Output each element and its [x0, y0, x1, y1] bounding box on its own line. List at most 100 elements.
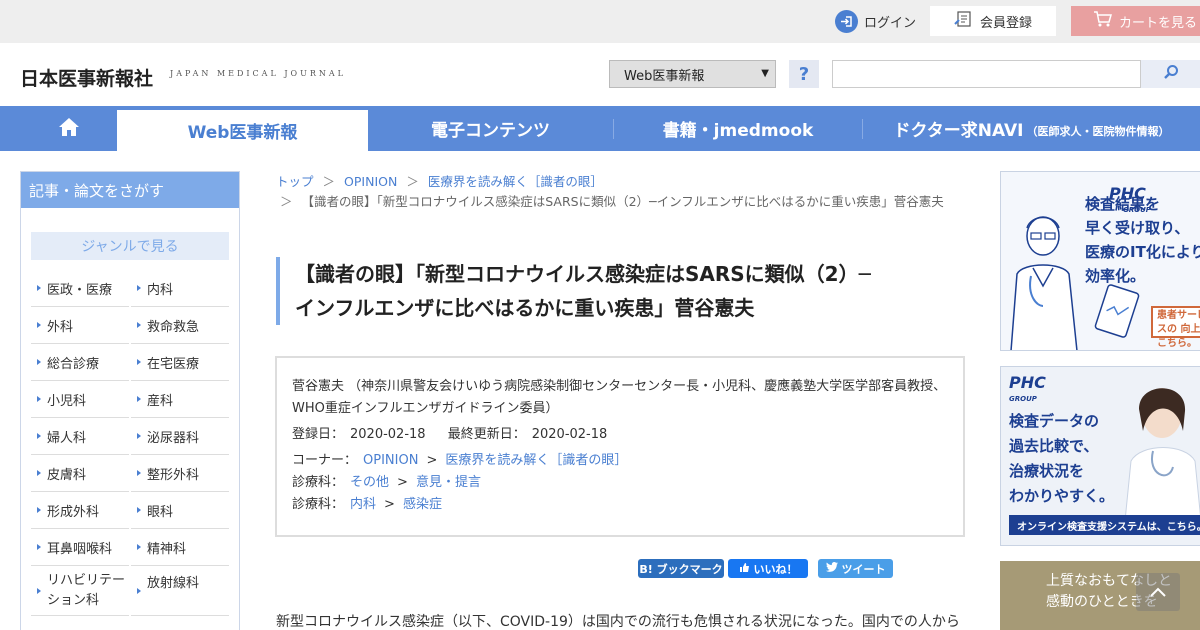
breadcrumb-separator: ＞ [406, 174, 419, 189]
doctor-illustration [1010, 216, 1078, 350]
category-item[interactable]: 婦人科 [31, 418, 129, 455]
article-author: 菅谷憲夫 （神奈川県警友会けいゆう病院感染制御センターセンター長・小児科、慶應義… [292, 379, 947, 416]
page-title: 【識者の眼】「新型コロナウイルス感染症はSARSに類似（2）─ インフルエンザに… [276, 257, 966, 325]
ad2-copy-line: わかりやすく。 [1009, 487, 1115, 505]
ad2-footer: オンライン検査支援システムは、こちら。 [1009, 515, 1200, 535]
twitter-bird-icon [825, 562, 838, 575]
ad2-copy: 検査データの 過去比較で、 治療状況を わかりやすく。 [1009, 409, 1114, 509]
search-button[interactable] [1141, 60, 1200, 88]
article-body: 新型コロナウイルス感染症（以下、COVID-19）は国内での流行も危惧される状況… [276, 614, 960, 630]
page-title-line: インフルエンザに比べはるかに重い疾患」菅谷憲夫 [295, 296, 755, 320]
register-icon [954, 10, 974, 32]
ad2-brand-name: PHC [1009, 373, 1046, 392]
department-link[interactable]: その他 [350, 475, 389, 490]
article-meta: 菅谷憲夫 （神奈川県警友会けいゆう病院感染制御センターセンター長・小児科、慶應義… [275, 356, 965, 537]
help-button[interactable]: ? [789, 60, 819, 88]
member-register-button[interactable]: 会員登録 [930, 6, 1056, 36]
ad2-copy-line: 過去比較で、 [1009, 437, 1099, 455]
breadcrumb-link[interactable]: OPINION [344, 174, 397, 189]
department-link[interactable]: 意見・提言 [416, 475, 481, 490]
ad1-copy-line: 早く受け取り、 [1085, 219, 1190, 237]
category-item[interactable]: 放射線科 [131, 566, 229, 616]
category-item[interactable]: 整形外科 [131, 455, 229, 492]
site-logo-subtitle: JAPAN MEDICAL JOURNAL [170, 69, 346, 78]
ad1-copy-line: 医療のIT化により [1085, 243, 1200, 261]
dropdown-arrow-icon: ▼ [761, 68, 769, 79]
category-item[interactable]: 医政・医療 [31, 270, 129, 307]
category-item[interactable]: 耳鼻咽喉科 [31, 529, 129, 566]
tweet-label: ツイート [841, 562, 886, 576]
ad2-copy-line: 検査データの [1009, 412, 1100, 430]
category-item[interactable]: 総合診療 [31, 344, 129, 381]
department-separator: > [397, 475, 408, 490]
page-title-line: 【識者の眼】「新型コロナウイルス感染症はSARSに類似（2）─ [295, 262, 871, 286]
nav-tab-books[interactable]: 書籍・jmedmook [614, 106, 862, 151]
breadcrumb-separator: ＞ [322, 174, 336, 189]
login-label: ログイン [864, 15, 917, 31]
category-item[interactable]: 泌尿器科 [131, 418, 229, 455]
category-item[interactable]: 救命救急 [131, 307, 229, 344]
ad1-tag: 患者サービスの 向上はこちら。 [1151, 306, 1200, 349]
nav-tab-doctor-navi[interactable]: ドクター求NAVI （医師求人・医院物件情報） [863, 106, 1200, 151]
nav-tab-doctor-navi-label: ドクター求NAVI [893, 121, 1024, 141]
nav-tab-e-content[interactable]: 電子コンテンツ [368, 106, 613, 151]
category-item[interactable]: リハビリテーション科 [31, 566, 129, 616]
category-item[interactable]: 形成外科 [31, 492, 129, 529]
breadcrumb-link[interactable]: 医療界を読み解く［識者の眼］ [428, 174, 603, 189]
login-link[interactable]: ログイン [835, 9, 916, 33]
category-item[interactable]: 産科 [131, 381, 229, 418]
ad1-copy: 検査結果を 早く受け取り、 医療のIT化により 効率化。 [1085, 192, 1200, 288]
back-to-top-button[interactable] [1136, 573, 1180, 611]
corner-link[interactable]: 医療界を読み解く［識者の眼］ [445, 453, 627, 468]
nav-tab-doctor-navi-sub: （医師求人・医院物件情報） [1026, 124, 1170, 138]
cart-button[interactable]: カートを見る [1071, 6, 1200, 36]
ad-banner-phc-1[interactable]: PHC GROUP 検査結果を 早く受け取り、 医療のIT化により 効率化。 患… [1000, 171, 1200, 351]
chevron-up-icon [1149, 582, 1167, 603]
updated-label: 最終更新日： [447, 427, 526, 442]
cart-label: カートを見る [1119, 15, 1198, 31]
top-bar: ログイン 会員登録 カートを見る [0, 0, 1200, 43]
main-nav: Web医事新報 電子コンテンツ 書籍・jmedmook ドクター求NAVI （医… [0, 106, 1200, 151]
tweet-button[interactable]: ツイート [818, 559, 893, 578]
ad2-brand: PHC GROUP [1009, 371, 1046, 403]
site-select[interactable]: Web医事新報 ▼ [609, 60, 776, 88]
corner-link[interactable]: OPINION [363, 453, 418, 468]
category-item[interactable]: 精神科 [131, 529, 229, 566]
login-icon [835, 9, 858, 33]
department-link[interactable]: 内科 [350, 497, 376, 512]
search-input[interactable] [832, 60, 1141, 88]
search-icon [1163, 64, 1179, 84]
breadcrumb: トップ ＞ OPINION ＞ 医療界を読み解く［識者の眼］ ＞ 【識者の眼】「新型コロナ… [276, 172, 966, 212]
department-label: 診療科： [292, 475, 345, 490]
nav-tab-web[interactable]: Web医事新報 [117, 110, 368, 151]
nurse-illustration [1124, 388, 1200, 521]
corner-label: コーナー： [292, 453, 358, 468]
hatena-bookmark-button[interactable]: B! ブックマーク [638, 559, 724, 578]
ad-banner-phc-2[interactable]: PHC GROUP 検査データの 過去比較で、 治療状況を わかりやすく。 オン… [1000, 366, 1200, 546]
breadcrumb-current: 【識者の眼】「新型コロナウイルス感染症はSARSに類似（2）─インフルエンザに比… [301, 194, 944, 209]
breadcrumb-separator: ＞ [280, 194, 293, 209]
category-item[interactable]: 皮膚科 [31, 455, 129, 492]
department-link[interactable]: 感染症 [403, 497, 442, 512]
category-item[interactable]: 外科 [31, 307, 129, 344]
category-item[interactable]: 眼科 [131, 492, 229, 529]
category-item[interactable]: 小児科 [31, 381, 129, 418]
genre-button[interactable]: ジャンルで見る [31, 232, 229, 260]
nav-home[interactable] [20, 106, 117, 151]
breadcrumb-link[interactable]: トップ [276, 174, 314, 189]
site-select-value: Web医事新報 [624, 68, 705, 84]
article-dates: 登録日： 2020-02-18 最終更新日： 2020-02-18 [292, 424, 948, 446]
department-label: 診療科： [292, 497, 345, 512]
facebook-like-button[interactable]: いいね！ [728, 559, 808, 578]
corner-row: コーナー： OPINION > 医療界を読み解く［識者の眼］ [292, 450, 948, 472]
category-item[interactable]: 在宅医療 [131, 344, 229, 381]
home-icon [58, 117, 80, 141]
category-item[interactable]: 内科 [131, 270, 229, 307]
site-logo[interactable]: 日本医事新報社 [20, 64, 153, 91]
ad2-copy-line: 治療状況を [1009, 462, 1085, 480]
ad1-copy-line: 検査結果を [1085, 195, 1161, 213]
registered-date: 2020-02-18 [350, 427, 426, 442]
member-label: 会員登録 [979, 15, 1032, 31]
cart-icon [1093, 10, 1113, 32]
updated-date: 2020-02-18 [531, 427, 608, 442]
